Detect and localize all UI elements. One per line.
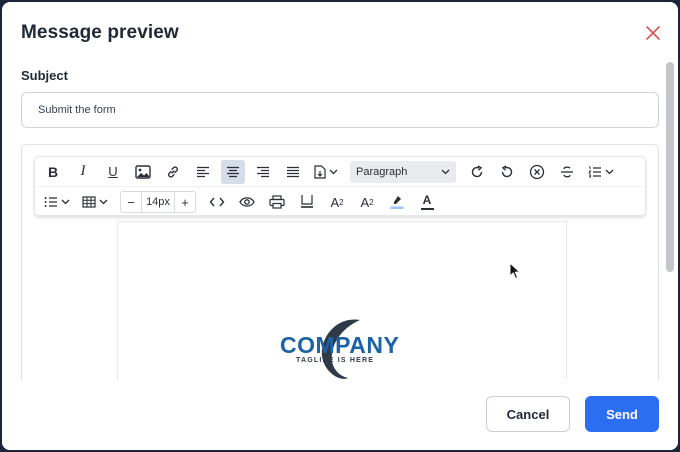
redo-button[interactable] (465, 160, 489, 184)
strikethrough-icon (561, 166, 573, 177)
chevron-down-icon (605, 169, 614, 174)
insert-file-dropdown[interactable] (311, 160, 341, 184)
source-code-button[interactable] (205, 190, 229, 214)
align-right-button[interactable] (251, 160, 275, 184)
chevron-down-icon (441, 169, 450, 174)
clear-formatting-button[interactable] (525, 160, 549, 184)
logo-tagline: TAGLINE IS HERE (296, 357, 375, 364)
superscript-base: A (330, 194, 340, 210)
print-button[interactable] (265, 190, 289, 214)
align-center-icon (227, 166, 239, 177)
close-icon (646, 26, 660, 40)
code-icon (209, 197, 225, 207)
editor-page[interactable]: COMPANY TAGLINE IS HERE (117, 221, 567, 380)
text-color-button[interactable]: A (415, 190, 439, 214)
dialog-title: Message preview (21, 22, 179, 43)
chevron-down-icon (329, 169, 338, 174)
eye-icon (239, 197, 255, 207)
editor-toolbar: B I U Paragraph − 14px + A 2 A 2 A (34, 156, 646, 216)
highlight-color-button[interactable] (385, 190, 409, 214)
close-button[interactable] (642, 22, 664, 44)
cancel-button[interactable]: Cancel (486, 396, 570, 432)
image-icon (135, 164, 151, 179)
block-format-select[interactable]: Paragraph (350, 160, 456, 183)
logo-word: COMPANY (280, 332, 400, 358)
subject-label: Subject (21, 68, 68, 83)
font-size-stepper: − 14px + (120, 191, 196, 213)
printer-icon (269, 195, 285, 209)
link-icon (168, 165, 178, 178)
chevron-down-icon (61, 199, 70, 205)
insert-image-button[interactable] (131, 160, 155, 184)
ordered-list-icon (588, 166, 601, 177)
align-left-button[interactable] (191, 160, 215, 184)
font-size-decrease-button[interactable]: − (121, 192, 141, 212)
send-button[interactable]: Send (585, 396, 659, 432)
underline-button[interactable]: U (101, 160, 125, 184)
italic-button[interactable]: I (71, 160, 95, 184)
toolbar-row-2: − 14px + A 2 A 2 A (35, 187, 645, 217)
align-left-icon (197, 166, 209, 177)
undo-button[interactable] (495, 160, 519, 184)
chevron-down-icon (99, 199, 108, 205)
strikethrough-button[interactable] (555, 160, 579, 184)
bullet-list-icon (44, 197, 57, 207)
superscript-mark: 2 (339, 197, 344, 207)
block-format-value: Paragraph (356, 165, 408, 178)
message-preview-dialog: Message preview Subject B I U (2, 2, 678, 450)
bullet-list-dropdown[interactable] (41, 190, 73, 214)
font-size-value[interactable]: 14px (141, 192, 175, 212)
subscript-button[interactable]: A2 (355, 190, 379, 214)
rich-text-editor: B I U Paragraph − 14px + A 2 A 2 A COMPA… (21, 144, 659, 380)
undo-icon (501, 164, 513, 177)
table-icon (82, 196, 96, 208)
preview-button[interactable] (235, 190, 259, 214)
superscript-button[interactable]: A2 (325, 190, 349, 214)
toolbar-row-1: B I U Paragraph (35, 157, 645, 187)
text-color-bar (420, 208, 434, 210)
clear-circle-icon (529, 164, 545, 179)
mouse-pointer-icon (509, 262, 521, 280)
font-size-increase-button[interactable]: + (175, 192, 195, 212)
align-justify-button[interactable] (281, 160, 305, 184)
file-insert-icon (314, 164, 326, 179)
text-color-letter: A (422, 193, 432, 207)
company-logo: COMPANY TAGLINE IS HERE (276, 316, 410, 380)
dialog-footer: Cancel Send (2, 380, 678, 450)
dialog-body: Subject B I U (2, 58, 678, 380)
subscript-mark: 2 (369, 197, 374, 207)
page-break-button[interactable] (295, 190, 319, 214)
redo-icon (471, 164, 483, 177)
highlighter-icon (390, 196, 404, 209)
table-dropdown[interactable] (79, 190, 111, 214)
align-right-icon (257, 166, 269, 177)
subscript-base: A (360, 194, 370, 210)
align-center-button[interactable] (221, 159, 245, 184)
bold-button[interactable]: B (41, 160, 65, 184)
align-justify-icon (287, 166, 299, 177)
scrollbar-thumb[interactable] (666, 62, 674, 272)
page-break-icon (301, 195, 313, 208)
subject-input[interactable] (21, 92, 659, 128)
insert-link-button[interactable] (161, 160, 185, 184)
numbered-list-dropdown[interactable] (585, 160, 617, 184)
